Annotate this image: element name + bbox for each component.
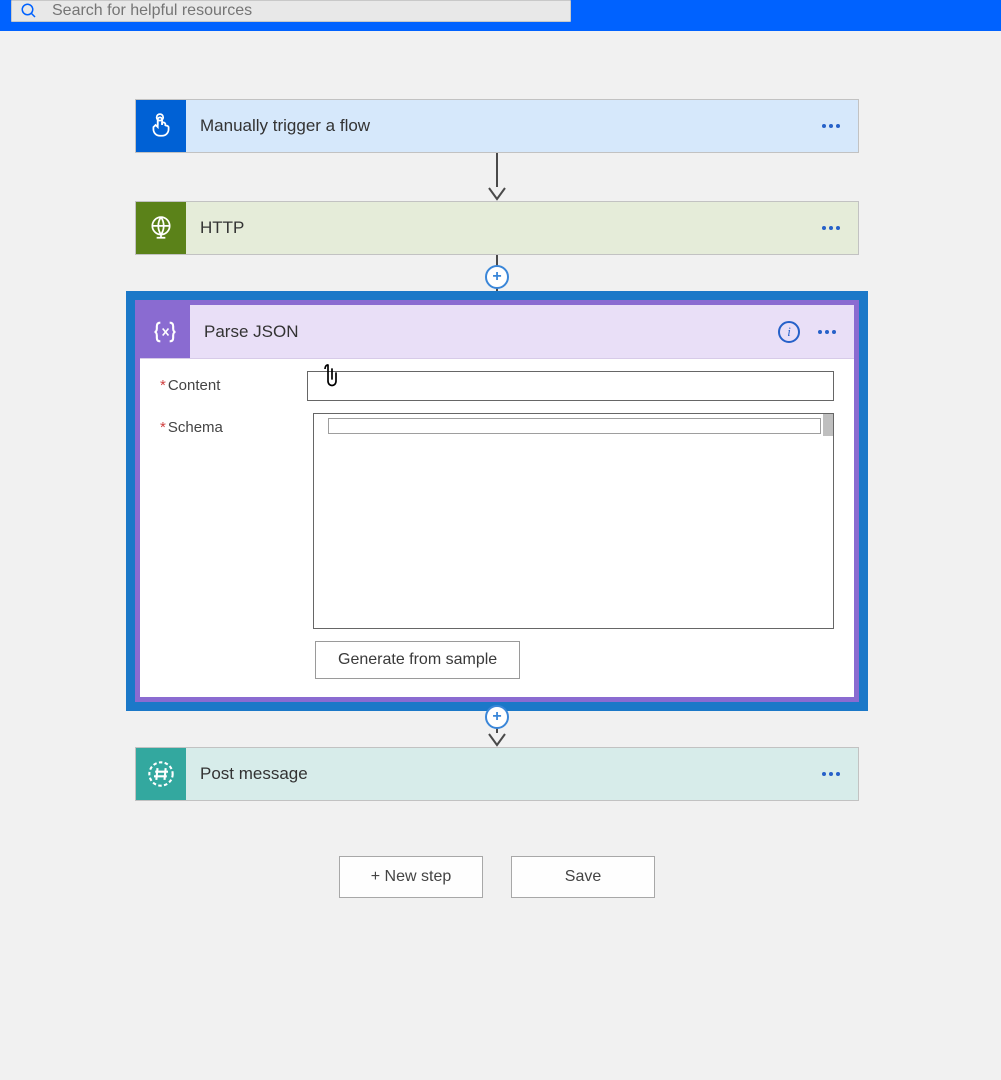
schema-inner-outline [328,418,821,434]
parse-json-header[interactable]: Parse JSON i [140,305,854,359]
parse-json-title: Parse JSON [190,305,778,358]
save-button[interactable]: Save [511,856,655,898]
parse-json-body: *Content *Schema Generate from sample [140,359,854,697]
footer-actions: + New step Save [135,856,859,898]
generate-from-sample-button[interactable]: Generate from sample [315,641,520,679]
info-icon[interactable]: i [778,321,800,343]
top-bar [0,0,1001,31]
add-step-button[interactable]: + [485,265,509,289]
trigger-title: Manually trigger a flow [186,100,822,152]
http-step[interactable]: HTTP [135,201,859,255]
search-icon [20,2,38,20]
connector: + [135,711,859,747]
globe-icon [136,202,186,254]
more-icon[interactable] [822,226,840,230]
parse-json-step: Parse JSON i *Content *Schema [126,291,868,711]
scrollbar-stub [823,414,833,436]
flow-canvas: Manually trigger a flow HTTP + [0,31,1001,898]
more-icon[interactable] [818,330,836,334]
more-icon[interactable] [822,124,840,128]
connector [135,153,859,201]
http-title: HTTP [186,202,822,254]
schema-textarea[interactable] [313,413,834,629]
new-step-button[interactable]: + New step [339,856,483,898]
search-box[interactable] [11,0,571,22]
add-step-button[interactable]: + [485,705,509,729]
hash-icon [136,748,186,800]
content-input[interactable] [307,371,834,401]
schema-label: *Schema [160,413,313,436]
braces-icon [140,305,190,358]
search-input[interactable] [52,2,562,20]
content-label: *Content [160,371,307,394]
more-icon[interactable] [822,772,840,776]
manual-trigger-icon [136,100,186,152]
connector: + [135,255,859,291]
trigger-step[interactable]: Manually trigger a flow [135,99,859,153]
post-message-step[interactable]: Post message [135,747,859,801]
post-message-title: Post message [186,748,822,800]
